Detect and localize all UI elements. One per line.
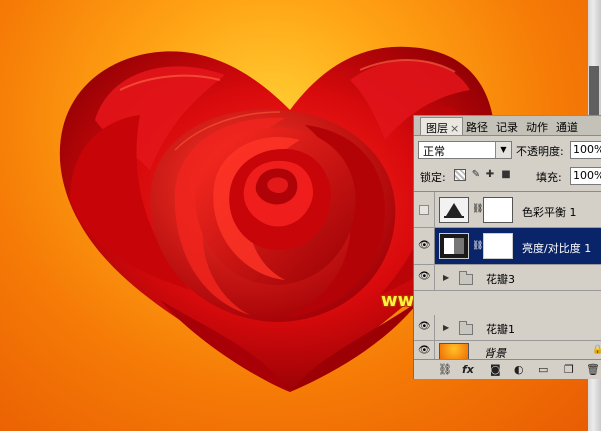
lock-paint-icon[interactable]: ✎: [470, 169, 482, 181]
layers-bottom-toolbar: ⛓ fx ◙ ◐ ▭ ❐ 🗑: [414, 359, 601, 379]
layer-name[interactable]: 亮度/对比度 1: [522, 240, 591, 256]
lock-row: 锁定: ✎ ✚ ■ 填充: 100%: [414, 165, 601, 187]
layer-mask-thumbnail[interactable]: [483, 233, 513, 259]
expand-triangle-icon[interactable]: ▶: [443, 273, 449, 282]
eye-icon[interactable]: 👁: [418, 272, 431, 282]
opacity-input[interactable]: 100%: [570, 141, 601, 159]
link-chain-icon: ⛓: [472, 241, 484, 251]
tab-layers[interactable]: 图层 ×: [420, 117, 464, 135]
layer-row-color-balance[interactable]: ⛓ 色彩平衡 1: [414, 192, 601, 228]
visibility-toggle[interactable]: 👁: [414, 315, 435, 340]
lock-icon: 🔒: [592, 345, 601, 355]
eye-icon[interactable]: 👁: [418, 322, 431, 332]
layer-name[interactable]: 色彩平衡 1: [522, 204, 577, 220]
layer-row-petal-3-group[interactable]: 👁 ▶ 花瓣3: [414, 265, 601, 291]
lock-transparent-icon[interactable]: [454, 169, 466, 181]
tab-layers-label: 图层: [426, 122, 448, 135]
hidden-eye-box[interactable]: [419, 205, 429, 215]
adjustment-thumbnail-icon: [439, 233, 469, 259]
add-mask-icon[interactable]: ◙: [490, 363, 501, 376]
visibility-toggle[interactable]: 👁: [414, 228, 435, 264]
new-group-icon[interactable]: ▭: [538, 363, 548, 376]
tab-channels[interactable]: 通道: [556, 119, 578, 135]
visibility-toggle[interactable]: [414, 192, 435, 227]
new-layer-icon[interactable]: ❐: [564, 363, 574, 376]
layer-mask-thumbnail[interactable]: [483, 197, 513, 223]
opacity-label: 不透明度:: [516, 145, 564, 158]
eye-icon[interactable]: 👁: [418, 241, 431, 251]
new-adjustment-icon[interactable]: ◐: [514, 363, 524, 376]
fill-label: 填充:: [536, 171, 562, 184]
layers-panel: 图层× 路径 记录 动作 通道 正常 ▼ 不透明度: 100% 锁定: ✎ ✚ …: [413, 115, 601, 379]
folder-icon: [459, 321, 473, 335]
lock-all-icon[interactable]: ■: [500, 169, 512, 181]
folder-icon: [459, 271, 473, 285]
visibility-toggle[interactable]: 👁: [414, 265, 435, 290]
link-chain-icon: ⛓: [472, 204, 484, 214]
layer-row-background[interactable]: 👁 背景 🔒: [414, 341, 601, 361]
layer-name[interactable]: 花瓣3: [486, 271, 515, 287]
fx-icon[interactable]: fx: [462, 363, 474, 376]
fill-input[interactable]: 100%: [570, 167, 601, 185]
layer-row-petal-1-group[interactable]: 👁 ▶ 花瓣1: [414, 315, 601, 341]
tab-actions[interactable]: 动作: [526, 119, 548, 135]
layer-name[interactable]: 花瓣1: [486, 321, 515, 337]
tab-history[interactable]: 记录: [496, 119, 518, 135]
trash-icon[interactable]: 🗑: [586, 363, 600, 376]
adjustment-thumbnail-icon: [439, 197, 469, 223]
layers-list: ⛓ 色彩平衡 1 👁 ⛓ 亮度/对比度 1 👁 ▶ 花瓣3 👁 ▶ 花瓣1 👁 …: [414, 191, 601, 361]
chevron-down-icon[interactable]: ▼: [495, 142, 511, 158]
lock-move-icon[interactable]: ✚: [484, 169, 496, 181]
lock-label: 锁定:: [420, 171, 446, 184]
visibility-toggle[interactable]: 👁: [414, 341, 435, 361]
blend-mode-value: 正常: [423, 145, 445, 158]
layer-row-brightness-contrast[interactable]: 👁 ⛓ 亮度/对比度 1: [414, 228, 601, 265]
blend-mode-select[interactable]: 正常 ▼: [418, 141, 512, 159]
link-icon[interactable]: ⛓: [438, 363, 452, 376]
eye-icon[interactable]: 👁: [418, 346, 431, 356]
close-icon[interactable]: ×: [450, 122, 459, 135]
panel-tab-bar: 图层 × 路径 记录 动作 通道: [414, 116, 601, 136]
blend-row: 正常 ▼ 不透明度: 100%: [414, 138, 601, 162]
tab-paths[interactable]: 路径: [466, 119, 488, 135]
expand-triangle-icon[interactable]: ▶: [443, 323, 449, 332]
